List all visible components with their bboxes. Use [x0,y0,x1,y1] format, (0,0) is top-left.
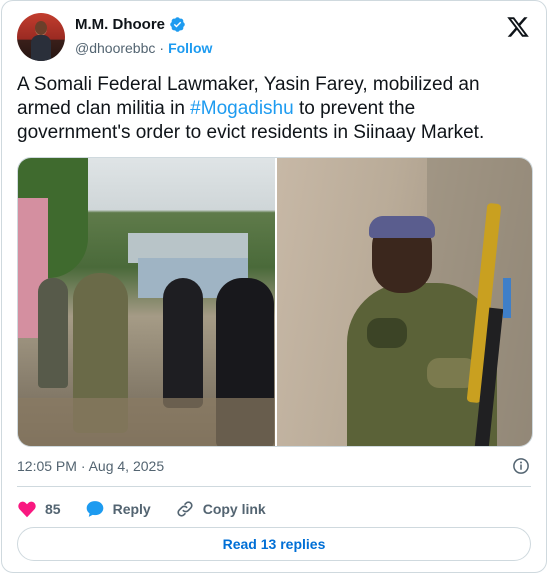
person-figure [38,278,68,388]
headscarf [369,216,435,238]
tweet-card: M.M. Dhoore @dhoorebbc · Follow A Somali… [1,0,547,573]
link-icon [177,501,193,517]
hashtag-link[interactable]: #Mogadishu [190,98,294,119]
person-figure [163,278,203,408]
author-name[interactable]: M.M. Dhoore [75,16,165,33]
avatar-head [35,21,47,35]
reply-label: Reply [112,501,151,517]
reply-button[interactable]: Reply [85,499,151,519]
action-bar: 85 Reply Copy link [17,497,290,521]
separator-dot: · [159,40,165,56]
photo-armed-man[interactable] [277,158,532,446]
author-name-row: M.M. Dhoore [75,16,186,33]
photo-street-militia[interactable] [18,158,275,446]
heart-icon [18,501,36,518]
verified-badge-icon [170,17,185,32]
author-handle-row: @dhoorebbc · Follow [75,40,212,56]
follow-button[interactable]: Follow [168,40,212,56]
x-logo-icon[interactable] [506,15,530,39]
timestamp[interactable]: 12:05 PM · Aug 4, 2025 [17,458,164,474]
divider [17,486,531,487]
avatar-body [31,35,51,61]
read-replies-label: Read 13 replies [222,536,326,552]
avatar[interactable] [17,13,65,61]
copy-link-label: Copy link [202,501,266,517]
tweet-text: A Somali Federal Lawmaker, Yasin Farey, … [17,73,532,145]
read-replies-button[interactable]: Read 13 replies [17,527,531,561]
cloth-detail [503,278,511,318]
media-grid [17,157,533,447]
camo-patch [367,318,407,348]
likes-count: 85 [45,501,61,517]
reply-bubble-icon [86,501,103,517]
ground [18,398,275,446]
like-button[interactable]: 85 [17,499,61,519]
info-icon[interactable] [512,457,530,475]
tweet-header: M.M. Dhoore @dhoorebbc · Follow [17,13,534,61]
author-handle[interactable]: @dhoorebbc [75,40,155,56]
copy-link-button[interactable]: Copy link [175,499,266,519]
